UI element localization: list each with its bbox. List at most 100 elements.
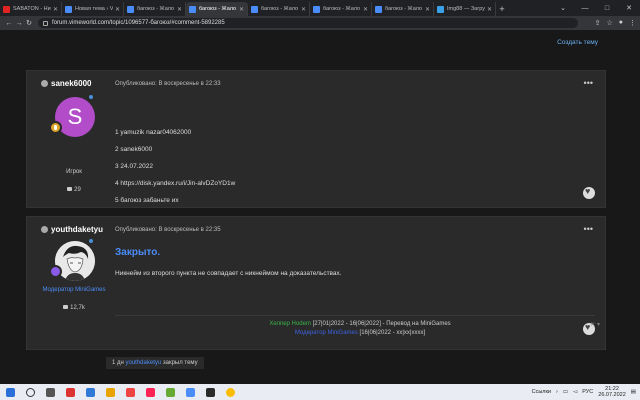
url-text: forum.vimeworld.com/topic/1096577-багоюз… xyxy=(52,20,225,26)
crown-badge-icon xyxy=(49,265,62,278)
app-icon[interactable] xyxy=(160,384,180,400)
avatar[interactable] xyxy=(49,237,97,285)
search-icon[interactable] xyxy=(20,384,40,400)
post-options-icon[interactable]: ••• xyxy=(584,224,593,234)
forum-post: sanek6000 Опубликовано: В воскресенье в … xyxy=(26,70,606,208)
post-line: 5 багоюз забаньте их xyxy=(115,197,179,204)
post-line: 4 https://disk.yandex.ru/i/Jin-alvDZoYD1… xyxy=(115,180,236,187)
clock[interactable]: 21:22 26.07.2022 xyxy=(598,386,626,398)
avatar-image xyxy=(55,241,95,281)
windows-taskbar: Ссылки › ▭ ◅ РУС 21:22 26.07.2022 ▤ xyxy=(0,384,640,400)
app-icon[interactable] xyxy=(100,384,120,400)
post-author: youthdaketyu xyxy=(41,225,103,234)
forward-icon[interactable]: → xyxy=(14,20,24,27)
close-tab-icon[interactable]: ✕ xyxy=(239,6,244,13)
address-bar[interactable]: forum.vimeworld.com/topic/1096577-багоюз… xyxy=(38,18,578,28)
app-icon[interactable] xyxy=(120,384,140,400)
event-user-link[interactable]: youthdaketyu xyxy=(126,360,162,366)
post-count: 29 xyxy=(29,187,119,193)
app-icon[interactable] xyxy=(140,384,160,400)
links-toolbar[interactable]: Ссылки xyxy=(532,389,551,395)
browser-tab[interactable]: багоюз - Жало ✕ xyxy=(372,2,434,16)
tab-title: багоюз - Жало xyxy=(199,6,237,12)
post-author: sanek6000 xyxy=(41,79,91,88)
tab-title: SABATON - Ни xyxy=(13,6,51,12)
closed-heading: Закрыто. xyxy=(115,247,161,258)
profile-icon[interactable]: ● xyxy=(619,19,623,27)
browser-tab[interactable]: Img88 — Загру ✕ xyxy=(434,2,496,16)
avatar[interactable]: S xyxy=(49,93,97,141)
tray-arrow-icon[interactable]: › xyxy=(556,389,558,395)
close-tab-icon[interactable]: ✕ xyxy=(177,6,182,13)
close-tab-icon[interactable]: ✕ xyxy=(301,6,306,13)
forum-page: Создать тему sanek6000 Опубликовано: В в… xyxy=(0,30,640,384)
chevron-down-icon[interactable]: ⌄ xyxy=(552,0,574,16)
browser-tab[interactable]: багоюз - Жало ✕ xyxy=(310,2,372,16)
minimize-icon[interactable]: — xyxy=(574,0,596,16)
reaction-heart-button[interactable] xyxy=(583,186,595,199)
user-role: Игрок xyxy=(66,169,82,175)
start-button[interactable] xyxy=(0,384,20,400)
chrome-icon[interactable] xyxy=(220,384,240,400)
signature-line: Хелпер Hodem [27|01|2022 - 16|06|2022] -… xyxy=(114,321,606,327)
back-icon[interactable]: ← xyxy=(4,20,14,27)
event-time: 1 дн xyxy=(112,360,124,366)
app-icon[interactable] xyxy=(80,384,100,400)
tab-title: багоюз - Жало xyxy=(323,6,361,12)
post-timestamp: Опубликовано: В воскресенье в 22:35 xyxy=(115,227,221,233)
browser-tab[interactable]: багоюз - Жало ✕ xyxy=(248,2,310,16)
post-line: 1 yamuzik nazar04062000 xyxy=(115,129,192,136)
app-icon[interactable] xyxy=(60,384,80,400)
signature-rank: Хелпер Hodem xyxy=(269,321,311,327)
comment-icon xyxy=(67,187,73,192)
vimeworld-icon xyxy=(313,5,320,13)
post-count: 12,7k xyxy=(29,305,119,311)
post-count-value: 29 xyxy=(74,187,81,193)
notifications-icon[interactable]: ▤ xyxy=(631,389,636,395)
rank-badge-icon xyxy=(87,237,95,245)
close-window-icon[interactable]: ✕ xyxy=(618,0,640,16)
language-indicator[interactable]: РУС xyxy=(582,389,593,395)
app-icon[interactable] xyxy=(200,384,220,400)
reload-icon[interactable]: ↻ xyxy=(24,19,34,27)
author-name-link[interactable]: sanek6000 xyxy=(51,79,91,88)
browser-tab[interactable]: Новая тема › V ✕ xyxy=(62,2,124,16)
avatar-letter: S xyxy=(55,97,95,137)
vimeworld-icon xyxy=(127,5,134,13)
browser-tab[interactable]: багоюз - Жало ✕ xyxy=(124,2,186,16)
signature-line: Модератор MiniGames [16|06|2022 - xx|xx|… xyxy=(114,330,606,336)
close-tab-icon[interactable]: ✕ xyxy=(487,6,492,13)
post-options-icon[interactable]: ••• xyxy=(584,78,593,88)
menu-icon[interactable]: ⋮ xyxy=(629,19,636,27)
close-tab-icon[interactable]: ✕ xyxy=(53,6,58,13)
lightbulb-badge-icon xyxy=(49,121,62,134)
task-view-icon[interactable] xyxy=(40,384,60,400)
browser-tab[interactable]: SABATON - Ни ✕ xyxy=(0,2,62,16)
close-tab-icon[interactable]: ✕ xyxy=(425,6,430,13)
network-icon[interactable]: ▭ xyxy=(563,389,568,395)
img-host-icon xyxy=(437,5,444,13)
youtube-icon xyxy=(3,5,10,13)
vimeworld-icon xyxy=(189,5,196,13)
clock-date: 26.07.2022 xyxy=(598,392,626,398)
topic-event: 1 дн youthdaketyu закрыл тему xyxy=(106,357,204,369)
comment-icon xyxy=(63,305,69,310)
new-tab-button[interactable]: + xyxy=(496,2,508,16)
vimeworld-icon xyxy=(251,5,258,13)
browser-tab-active[interactable]: багоюз - Жало ✕ xyxy=(186,2,248,16)
star-icon[interactable]: ☆ xyxy=(606,19,612,27)
close-tab-icon[interactable]: ✕ xyxy=(115,6,120,13)
create-topic-link[interactable]: Создать тему xyxy=(557,39,598,46)
share-icon[interactable]: ⇪ xyxy=(595,19,601,27)
close-signature-icon[interactable]: ✕ ▾ xyxy=(590,321,600,328)
app-icon[interactable] xyxy=(180,384,200,400)
user-role[interactable]: Модератор MiniGames xyxy=(29,287,119,293)
tab-title: багоюз - Жало xyxy=(385,6,423,12)
rank-badge-icon xyxy=(87,93,95,101)
volume-icon[interactable]: ◅ xyxy=(573,389,577,395)
offline-status-icon xyxy=(41,80,48,87)
content-divider xyxy=(115,315,595,316)
author-name-link[interactable]: youthdaketyu xyxy=(51,225,103,234)
maximize-icon[interactable]: □ xyxy=(596,0,618,16)
close-tab-icon[interactable]: ✕ xyxy=(363,6,368,13)
